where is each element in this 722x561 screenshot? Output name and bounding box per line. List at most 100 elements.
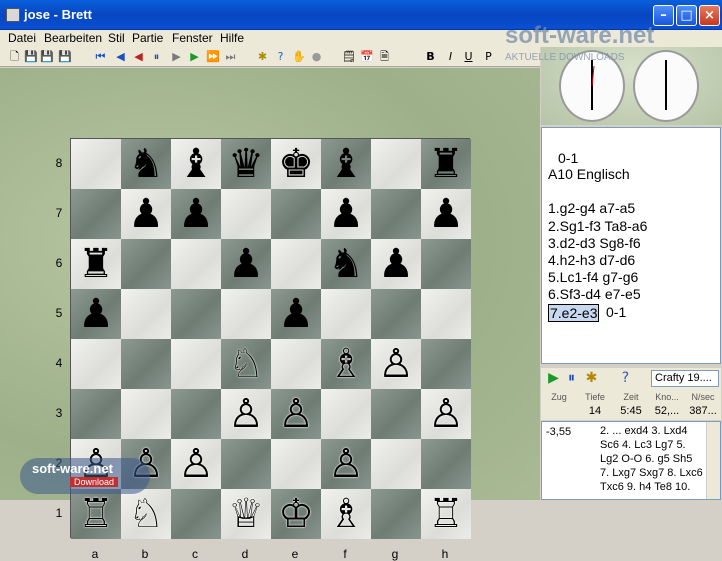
square-d1[interactable]: ♕ xyxy=(221,489,271,539)
save-all-icon[interactable]: 💾 xyxy=(40,50,54,63)
hand-icon[interactable]: ✋ xyxy=(292,50,306,63)
square-b8[interactable]: ♞ xyxy=(121,139,171,189)
square-g1[interactable] xyxy=(371,489,421,539)
black-piece-icon[interactable]: ♟ xyxy=(78,291,114,337)
square-d2[interactable] xyxy=(221,439,271,489)
white-piece-icon[interactable]: ♙ xyxy=(378,341,414,387)
white-piece-icon[interactable]: ♔ xyxy=(278,491,314,537)
document-icon[interactable]: 🗎 xyxy=(378,50,391,63)
black-piece-icon[interactable]: ♞ xyxy=(128,141,164,187)
white-piece-icon[interactable]: ♖ xyxy=(428,491,464,537)
square-a3[interactable] xyxy=(71,389,121,439)
white-piece-icon[interactable]: ♙ xyxy=(278,391,314,437)
black-piece-icon[interactable]: ♟ xyxy=(328,191,364,237)
notepad-icon[interactable]: 🗒 xyxy=(342,50,356,63)
square-e8[interactable]: ♚ xyxy=(271,139,321,189)
last-move-icon[interactable]: ⏭ xyxy=(224,50,237,63)
move-line[interactable]: 6.Sf3-d4 e7-e5 xyxy=(548,286,641,302)
square-h3[interactable]: ♙ xyxy=(421,389,471,439)
paragraph-icon[interactable]: P xyxy=(482,50,495,63)
square-d5[interactable] xyxy=(221,289,271,339)
white-piece-icon[interactable]: ♗ xyxy=(328,341,364,387)
black-piece-icon[interactable]: ♟ xyxy=(178,191,214,237)
black-piece-icon[interactable]: ♜ xyxy=(78,241,114,287)
black-piece-icon[interactable]: ♞ xyxy=(328,241,364,287)
black-piece-icon[interactable]: ♛ xyxy=(228,141,264,187)
move-line[interactable]: 5.Lc1-f4 g7-g6 xyxy=(548,269,638,285)
white-piece-icon[interactable]: ♖ xyxy=(78,491,114,537)
engine-help-icon[interactable]: ? xyxy=(619,371,632,385)
square-g5[interactable] xyxy=(371,289,421,339)
principal-variation[interactable]: -3,55 2. ... exd4 3. Lxd4 Sc6 4. Lc3 Lg7… xyxy=(541,421,721,500)
square-g3[interactable] xyxy=(371,389,421,439)
square-g8[interactable] xyxy=(371,139,421,189)
menu-bearbeiten[interactable]: Bearbeiten xyxy=(44,31,102,45)
square-e7[interactable] xyxy=(271,189,321,239)
square-g2[interactable] xyxy=(371,439,421,489)
square-h5[interactable] xyxy=(421,289,471,339)
move-line[interactable]: 1.g2-g4 a7-a5 xyxy=(548,200,635,216)
menu-hilfe[interactable]: Hilfe xyxy=(220,31,244,45)
square-c1[interactable] xyxy=(171,489,221,539)
menu-partie[interactable]: Partie xyxy=(132,31,163,45)
current-move[interactable]: 7.e2-e3 xyxy=(548,304,600,322)
square-d7[interactable] xyxy=(221,189,271,239)
square-e1[interactable]: ♔ xyxy=(271,489,321,539)
square-e6[interactable] xyxy=(271,239,321,289)
square-a4[interactable] xyxy=(71,339,121,389)
play-icon[interactable]: ▶ xyxy=(188,50,201,63)
notation-panel[interactable]: 0-1 A10 Englisch 1.g2-g4 a7-a5 2.Sg1-f3 … xyxy=(541,127,721,364)
fast-forward-icon[interactable]: ⏩ xyxy=(206,50,220,63)
square-g4[interactable]: ♙ xyxy=(371,339,421,389)
previous-move-icon[interactable]: ◀ xyxy=(114,50,127,63)
menu-fenster[interactable]: Fenster xyxy=(172,31,213,45)
square-g7[interactable] xyxy=(371,189,421,239)
square-e2[interactable] xyxy=(271,439,321,489)
square-a5[interactable]: ♟ xyxy=(71,289,121,339)
black-piece-icon[interactable]: ♟ xyxy=(228,241,264,287)
square-c6[interactable] xyxy=(171,239,221,289)
square-b4[interactable] xyxy=(121,339,171,389)
black-piece-icon[interactable]: ♟ xyxy=(128,191,164,237)
square-h6[interactable] xyxy=(421,239,471,289)
square-f4[interactable]: ♗ xyxy=(321,339,371,389)
black-piece-icon[interactable]: ♟ xyxy=(428,191,464,237)
square-c8[interactable]: ♝ xyxy=(171,139,221,189)
square-c3[interactable] xyxy=(171,389,221,439)
white-piece-icon[interactable]: ♗ xyxy=(328,491,364,537)
square-g6[interactable]: ♟ xyxy=(371,239,421,289)
square-h7[interactable]: ♟ xyxy=(421,189,471,239)
square-f7[interactable]: ♟ xyxy=(321,189,371,239)
black-piece-icon[interactable]: ♚ xyxy=(278,141,314,187)
square-b1[interactable]: ♘ xyxy=(121,489,171,539)
white-piece-icon[interactable]: ♙ xyxy=(328,441,364,487)
square-b7[interactable]: ♟ xyxy=(121,189,171,239)
square-c7[interactable]: ♟ xyxy=(171,189,221,239)
move-line[interactable]: 4.h2-h3 d7-d6 xyxy=(548,252,635,268)
move-line[interactable]: 2.Sg1-f3 Ta8-a6 xyxy=(548,218,647,234)
square-d6[interactable]: ♟ xyxy=(221,239,271,289)
menu-stil[interactable]: Stil xyxy=(108,31,125,45)
pv-scrollbar[interactable] xyxy=(706,422,720,499)
white-piece-icon[interactable]: ♙ xyxy=(178,441,214,487)
square-h4[interactable] xyxy=(421,339,471,389)
save-as-icon[interactable]: 💾 xyxy=(58,50,72,63)
square-a7[interactable] xyxy=(71,189,121,239)
square-d4[interactable]: ♘ xyxy=(221,339,271,389)
menu-datei[interactable]: Datei xyxy=(8,31,36,45)
black-piece-icon[interactable]: ♟ xyxy=(378,241,414,287)
square-f3[interactable] xyxy=(321,389,371,439)
black-piece-icon[interactable]: ♜ xyxy=(428,141,464,187)
white-piece-icon[interactable]: ♙ xyxy=(228,391,264,437)
minimize-button[interactable]: – xyxy=(653,5,674,26)
square-f5[interactable] xyxy=(321,289,371,339)
white-piece-icon[interactable]: ♘ xyxy=(228,341,264,387)
back-icon[interactable]: ◀ xyxy=(132,50,145,63)
square-h2[interactable] xyxy=(421,439,471,489)
square-d3[interactable]: ♙ xyxy=(221,389,271,439)
engine-name[interactable]: Crafty 19.... xyxy=(651,370,719,387)
calendar-icon[interactable]: 📅 xyxy=(360,50,374,63)
square-h8[interactable]: ♜ xyxy=(421,139,471,189)
maximize-button[interactable]: □ xyxy=(676,5,697,26)
square-h1[interactable]: ♖ xyxy=(421,489,471,539)
